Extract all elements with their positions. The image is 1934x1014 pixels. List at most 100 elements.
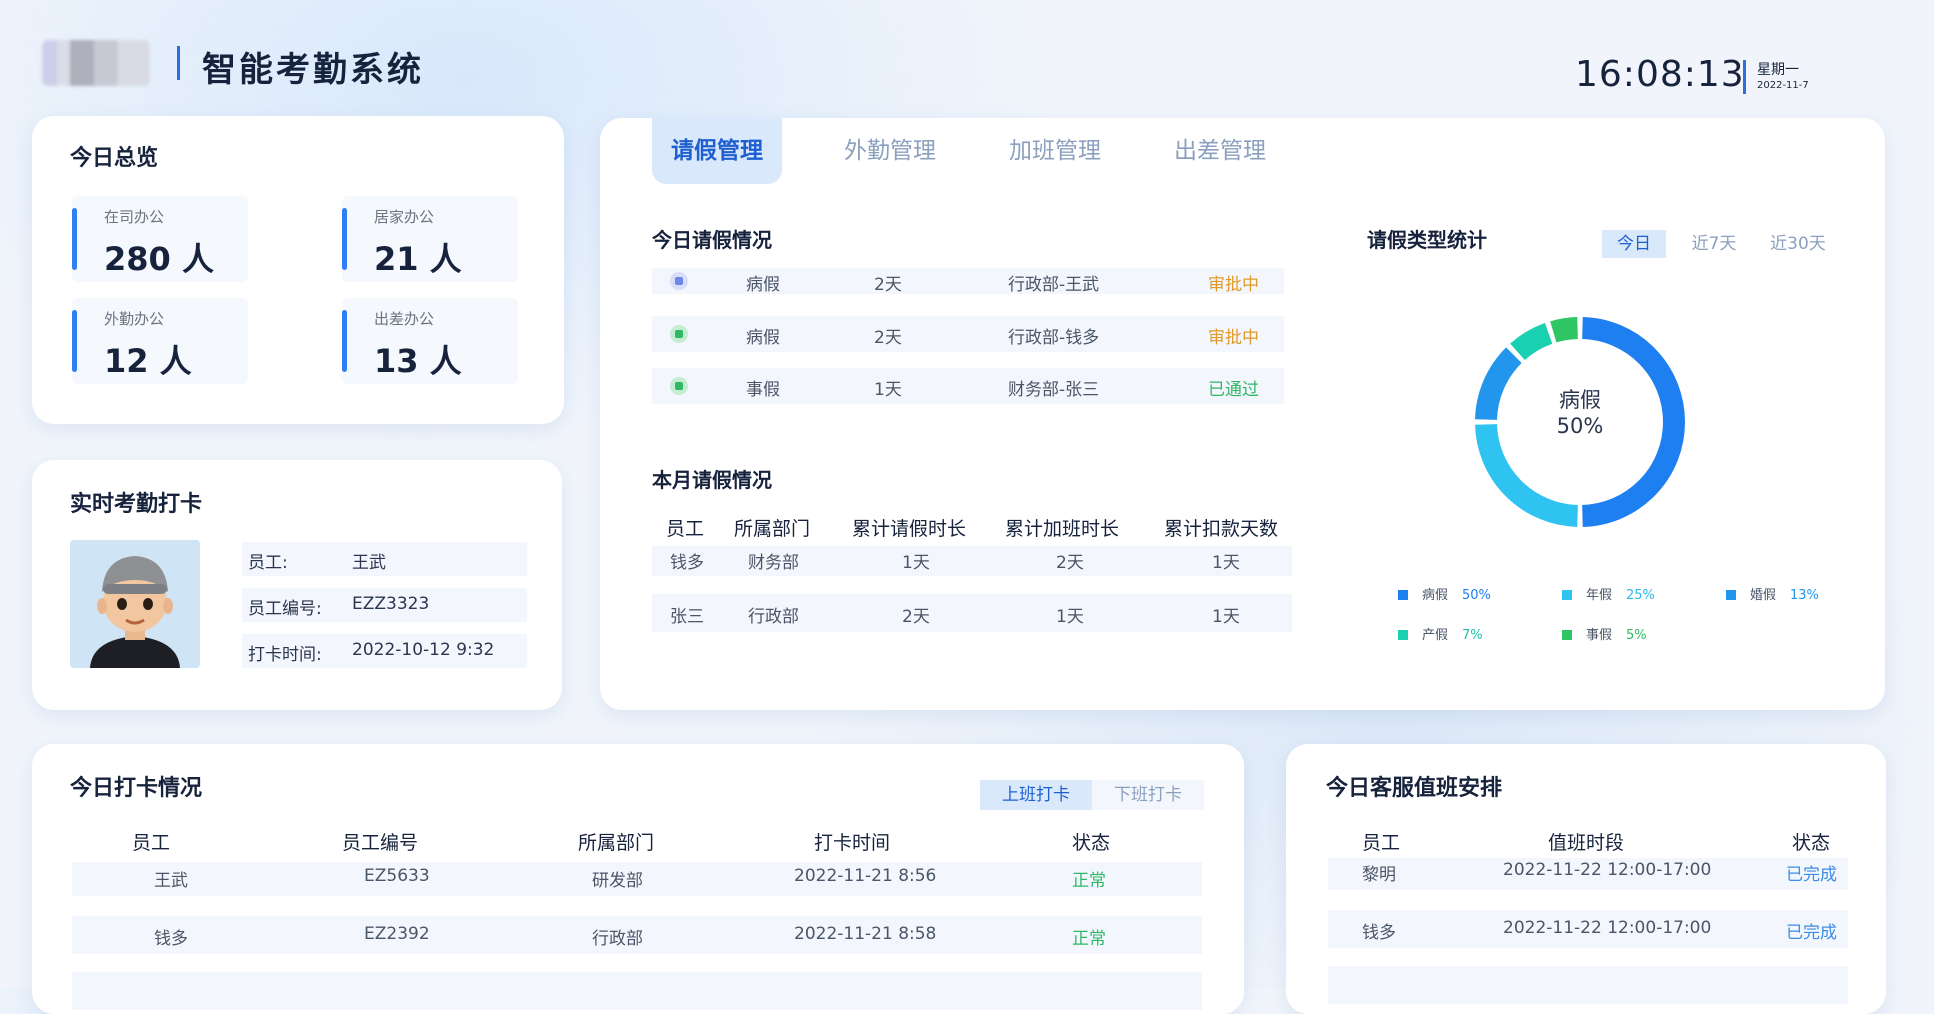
leave-row: 事假 1天 财务部-张三 已通过 <box>652 368 1284 404</box>
stat-value: 12 人 <box>104 342 192 380</box>
month-leave-row: 张三 行政部 2天 1天 1天 <box>652 594 1292 632</box>
legend-label: 婚假 <box>1750 588 1777 603</box>
legend-percent: 50% <box>1462 588 1491 603</box>
stat-value: 21 人 <box>374 240 462 278</box>
stat-value: 13 人 <box>374 342 462 380</box>
tab-field-work[interactable]: 外勤管理 <box>820 118 960 184</box>
cell: 行政部 <box>748 607 799 627</box>
duty-row: 黎明 2022-11-22 12:00-17:00 已完成 <box>1328 858 1848 890</box>
legend-label: 病假 <box>1422 588 1449 603</box>
donut-slice-2 <box>1475 347 1522 421</box>
stat-label: 居家办公 <box>374 208 435 226</box>
checkin-key: 打卡时间: <box>248 645 322 665</box>
leave-stats-title: 请假类型统计 <box>1367 228 1487 252</box>
stat-label: 出差办公 <box>374 310 435 328</box>
stat-accent-bar <box>72 208 77 270</box>
stat-accent-bar <box>342 310 347 372</box>
leave-type: 事假 <box>746 380 780 400</box>
col-department: 所属部门 <box>734 518 811 540</box>
cell: EZ2392 <box>364 924 430 944</box>
leave-days: 2天 <box>874 275 902 295</box>
punch-title: 今日打卡情况 <box>70 776 203 801</box>
checkin-row-time: 打卡时间: 2022-10-12 9:32 <box>242 634 527 668</box>
today-leave-title: 今日请假情况 <box>652 228 772 252</box>
cell: 2022-11-22 12:00-17:00 <box>1503 918 1712 938</box>
legend-item-marriage: 婚假 13% <box>1726 584 1819 603</box>
checkin-row-employee: 员工: 王武 <box>242 542 527 576</box>
legend-label: 产假 <box>1422 628 1449 643</box>
stat-onsite: 在司办公 280 人 <box>72 196 248 282</box>
duty-title: 今日客服值班安排 <box>1326 776 1503 801</box>
range-30days-button[interactable]: 近30天 <box>1760 230 1836 258</box>
col-punch-time: 打卡时间 <box>814 832 891 854</box>
stat-accent-bar <box>72 310 77 372</box>
punch-row: 王武 EZ5633 研发部 2022-11-21 8:56 正常 <box>72 862 1202 896</box>
leave-row: 病假 2天 行政部-钱多 审批中 <box>652 316 1284 352</box>
col-employee: 员工 <box>132 832 171 854</box>
cell: 行政部 <box>592 929 643 949</box>
checkin-key: 员工编号: <box>248 599 322 619</box>
cell: 研发部 <box>592 871 643 891</box>
punch-in-toggle[interactable]: 上班打卡 <box>980 780 1092 810</box>
punch-out-toggle[interactable]: 下班打卡 <box>1092 780 1204 810</box>
donut-slice-1 <box>1475 423 1579 527</box>
tab-overtime[interactable]: 加班管理 <box>985 118 1125 184</box>
cell: 1天 <box>1212 553 1240 573</box>
cell: 1天 <box>902 553 930 573</box>
legend-swatch <box>1398 590 1408 600</box>
checkin-title: 实时考勤打卡 <box>70 492 203 517</box>
overview-title: 今日总览 <box>70 146 159 171</box>
legend-percent: 13% <box>1790 588 1819 603</box>
col-duty-period: 值班时段 <box>1548 832 1625 854</box>
leave-days: 2天 <box>874 328 902 348</box>
col-employee: 员工 <box>666 518 705 540</box>
donut-center-value: 50% <box>1556 414 1604 438</box>
cell: 黎明 <box>1362 865 1396 885</box>
legend-swatch <box>1562 630 1572 640</box>
col-status: 状态 <box>1072 832 1111 854</box>
range-7days-button[interactable]: 近7天 <box>1680 230 1748 258</box>
status-badge: 正常 <box>1072 871 1106 891</box>
cell: 钱多 <box>154 929 188 949</box>
legend-swatch <box>1398 630 1408 640</box>
leave-status: 审批中 <box>1208 275 1259 295</box>
donut-slice-4 <box>1550 317 1579 343</box>
cell: 2022-11-22 12:00-17:00 <box>1503 860 1712 880</box>
tab-business-trip[interactable]: 出差管理 <box>1150 118 1290 184</box>
checkin-card: 实时考勤打卡 员工: 王武 员工编号: EZZ3323 打卡时间: 2022-1… <box>32 460 562 710</box>
cell: 钱多 <box>1362 923 1396 943</box>
leave-person: 财务部-张三 <box>1008 380 1100 400</box>
date-label: 2022-11-7 <box>1757 80 1809 91</box>
cell: EZ5633 <box>364 866 430 886</box>
clock-divider <box>1743 60 1746 94</box>
legend-item-maternity: 产假 7% <box>1398 624 1483 643</box>
leave-type-icon <box>670 377 688 395</box>
checkin-value: EZZ3323 <box>352 594 430 614</box>
range-today-button[interactable]: 今日 <box>1602 230 1666 258</box>
leave-status: 已通过 <box>1208 380 1259 400</box>
cell: 2天 <box>1056 553 1084 573</box>
stat-label: 外勤办公 <box>104 310 165 328</box>
cell: 1天 <box>1212 607 1240 627</box>
legend-swatch <box>1562 590 1572 600</box>
duty-schedule-card: 今日客服值班安排 员工 值班时段 状态 黎明 2022-11-22 12:00-… <box>1286 744 1886 1014</box>
donut-center-label: 病假 <box>1559 388 1601 412</box>
tab-leave[interactable]: 请假管理 <box>652 118 782 184</box>
col-status: 状态 <box>1792 832 1831 854</box>
leave-type-icon <box>670 325 688 343</box>
status-badge: 已完成 <box>1786 923 1837 943</box>
status-badge: 正常 <box>1072 929 1106 949</box>
stat-remote: 居家办公 21 人 <box>342 196 518 282</box>
stat-label: 在司办公 <box>104 208 165 226</box>
month-leave-title: 本月请假情况 <box>652 468 772 492</box>
weekday-label: 星期一 <box>1757 62 1799 78</box>
leave-type: 病假 <box>746 275 780 295</box>
leave-row: 病假 2天 行政部-王武 审批中 <box>652 268 1284 295</box>
col-overtime-total: 累计加班时长 <box>1005 518 1120 540</box>
stat-field: 外勤办公 12 人 <box>72 298 248 384</box>
app-title: 智能考勤系统 <box>202 50 424 90</box>
status-badge: 已完成 <box>1786 865 1837 885</box>
cell: 2022-11-21 8:56 <box>794 866 937 886</box>
employee-avatar <box>70 540 200 668</box>
cell: 1天 <box>1056 607 1084 627</box>
